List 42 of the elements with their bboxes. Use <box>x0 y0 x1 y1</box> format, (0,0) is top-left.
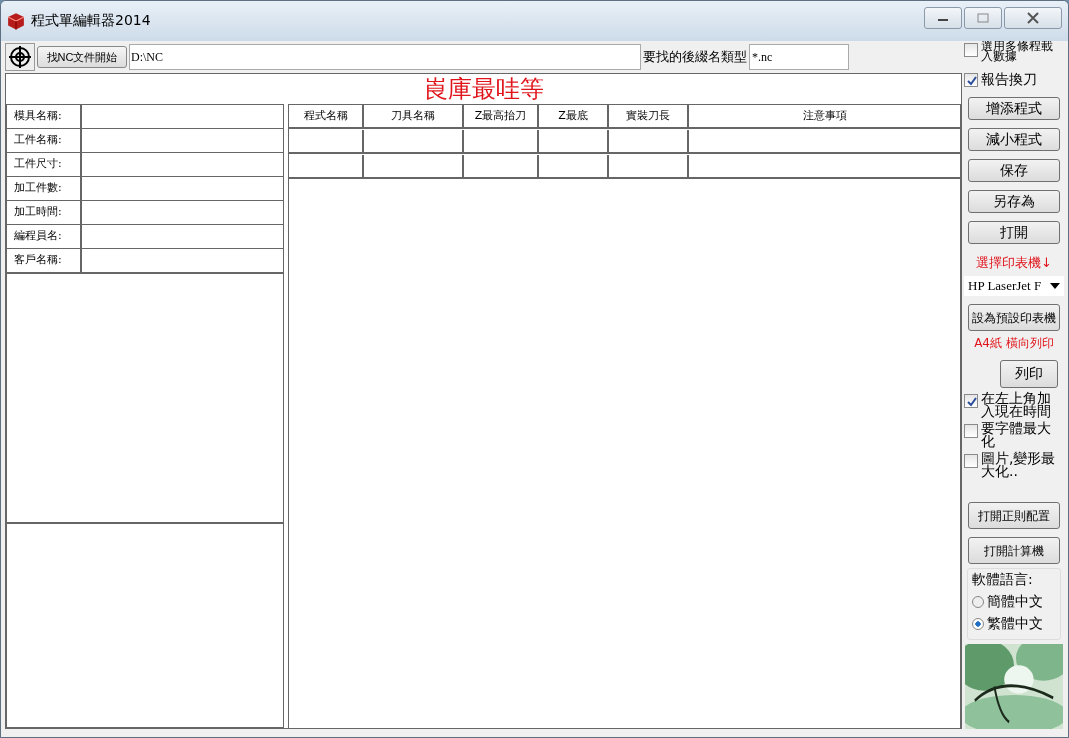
printer-dropdown[interactable]: HP LaserJet F <box>964 276 1064 296</box>
extension-field[interactable]: *.nc <box>749 44 849 70</box>
language-radio[interactable]: 簡體中文 <box>972 593 1056 611</box>
window-title: 程式單編輯器2014 <box>31 12 151 30</box>
check-icon <box>965 395 977 407</box>
action-button[interactable]: 減小程式 <box>968 128 1060 151</box>
minimize-button[interactable] <box>924 7 962 29</box>
column-header: 程式名稱 <box>289 105 364 127</box>
action-button[interactable]: 打開 <box>968 221 1060 244</box>
option-checkbox[interactable]: 要字體最大化 <box>964 422 1064 448</box>
extension-label: 要找的後綴名類型 <box>643 48 747 66</box>
path-field[interactable]: D:\NC <box>129 44 641 70</box>
find-nc-button[interactable]: 找NC文件開始 <box>37 46 127 68</box>
cube-icon <box>7 12 25 30</box>
report-checkbox[interactable]: 報告換刀 <box>964 71 1064 89</box>
language-radio[interactable]: 繁體中文 <box>972 615 1056 633</box>
check-icon <box>965 74 977 86</box>
paper-label: A4紙 橫向列印 <box>974 335 1054 352</box>
column-header: 實裝刀長 <box>609 105 689 127</box>
dropdown-caret-icon <box>1050 283 1060 289</box>
sheet-title: 崀庫最哇等 <box>422 74 545 104</box>
crosshair-icon <box>8 45 32 69</box>
group-title: 軟體語言: <box>972 571 1034 589</box>
default-printer-button[interactable]: 設為預設印表機 <box>968 304 1060 331</box>
option-checkbox[interactable]: 在左上角加入現在時間 <box>964 392 1064 418</box>
printer-label: 選擇印表機↓ <box>976 254 1052 272</box>
column-header: 刀具名稱 <box>364 105 464 127</box>
target-button[interactable] <box>5 43 35 71</box>
column-header: 注意事項 <box>801 108 848 124</box>
action-button[interactable]: 保存 <box>968 159 1060 182</box>
column-header: Z最底 <box>539 105 609 127</box>
tool-button[interactable]: 打開正則配置 <box>968 502 1060 529</box>
close-icon <box>1026 12 1040 24</box>
option-checkbox[interactable]: 圖片,變形最大化.. <box>964 452 1064 478</box>
print-button[interactable]: 列印 <box>1000 360 1058 388</box>
action-button[interactable]: 另存為 <box>968 190 1060 213</box>
multi-load-checkbox[interactable]: 選用多條程載入數據 <box>964 41 1064 67</box>
maximize-icon <box>977 13 989 23</box>
close-button[interactable] <box>1004 7 1062 29</box>
column-header: Z最高抬刀 <box>464 105 539 127</box>
tool-button[interactable]: 打開計算機 <box>968 537 1060 564</box>
action-button[interactable]: 增添程式 <box>968 97 1060 120</box>
